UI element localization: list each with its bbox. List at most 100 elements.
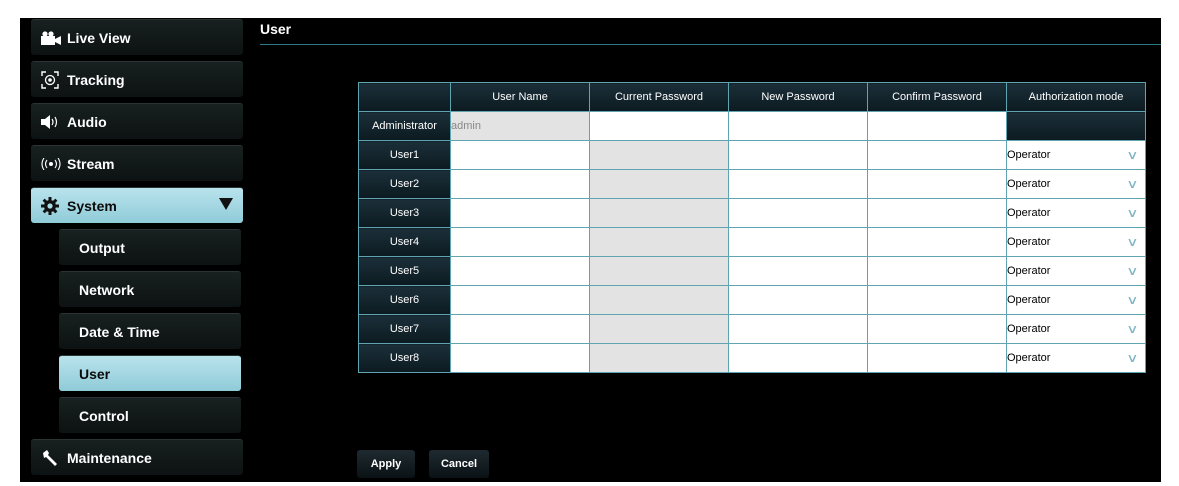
cancel-button[interactable]: Cancel (429, 450, 489, 478)
admin-username-field: admin (450, 111, 590, 141)
sidebar-item-system[interactable]: System (31, 187, 243, 223)
row-label: User3 (358, 198, 451, 228)
user-name-input[interactable] (450, 256, 590, 286)
user-name-input[interactable] (450, 314, 590, 344)
user-name-input[interactable] (450, 227, 590, 257)
user-name-input[interactable] (450, 140, 590, 170)
confirm-password-input[interactable] (867, 198, 1007, 228)
new-password-input[interactable] (728, 198, 868, 228)
user-name-input[interactable] (450, 343, 590, 373)
authorization-mode-cell (1006, 111, 1146, 141)
sidebar-item-label: Network (79, 281, 135, 298)
selected-value: Operator (1007, 294, 1051, 306)
user-rows: User1 Operator ∨ User2 Operator ∨ User3 Operato… (358, 140, 1146, 373)
selected-value: Operator (1007, 265, 1051, 277)
sidebar-item-label: Control (79, 407, 129, 424)
authorization-mode-select[interactable]: Operator ∨ (1006, 169, 1146, 199)
confirm-password-input[interactable] (867, 140, 1007, 170)
new-password-input[interactable] (728, 343, 868, 373)
table-row: User6 Operator ∨ (358, 285, 1146, 315)
confirm-password-input[interactable] (867, 111, 1007, 141)
chevron-down-icon: ∨ (1126, 351, 1139, 365)
new-password-input[interactable] (728, 285, 868, 315)
row-label: User6 (358, 285, 451, 315)
confirm-password-input[interactable] (867, 227, 1007, 257)
chevron-down-icon: ∨ (1126, 206, 1139, 220)
speaker-icon (41, 113, 63, 131)
sidebar-item-label: Live View (67, 29, 131, 46)
current-password-input (589, 198, 729, 228)
current-password-input[interactable] (589, 111, 729, 141)
column-header-current-password: Current Password (589, 82, 729, 112)
column-header-new-password: New Password (728, 82, 868, 112)
sidebar-item-audio[interactable]: Audio (31, 103, 243, 139)
sidebar-item-label: User (79, 365, 111, 382)
sidebar-item-stream[interactable]: Stream (31, 145, 243, 181)
row-label: User8 (358, 343, 451, 373)
user-name-input[interactable] (450, 169, 590, 199)
current-password-input (589, 256, 729, 286)
sidebar-item-user[interactable]: User (59, 355, 241, 391)
sidebar-item-network[interactable]: Network (59, 271, 241, 307)
chevron-down-icon: ∨ (1126, 177, 1139, 191)
sidebar-item-control[interactable]: Control (59, 397, 241, 433)
row-label: User2 (358, 169, 451, 199)
broadcast-icon (41, 155, 63, 173)
new-password-input[interactable] (728, 314, 868, 344)
authorization-mode-select[interactable]: Operator ∨ (1006, 198, 1146, 228)
chevron-down-icon: ∨ (1126, 148, 1139, 162)
authorization-mode-select[interactable]: Operator ∨ (1006, 314, 1146, 344)
new-password-input[interactable] (728, 169, 868, 199)
confirm-password-input[interactable] (867, 285, 1007, 315)
apply-button[interactable]: Apply (357, 450, 415, 478)
user-name-input[interactable] (450, 285, 590, 315)
sidebar-item-label: Audio (67, 113, 107, 130)
chevron-down-icon: ∨ (1126, 235, 1139, 249)
table-row: User1 Operator ∨ (358, 140, 1146, 170)
confirm-password-input[interactable] (867, 256, 1007, 286)
new-password-input[interactable] (728, 111, 868, 141)
new-password-input[interactable] (728, 227, 868, 257)
chevron-down-icon: ∨ (1126, 264, 1139, 278)
table-header-row: User Name Current Password New Password … (358, 82, 1146, 112)
authorization-mode-select[interactable]: Operator ∨ (1006, 256, 1146, 286)
authorization-mode-select[interactable]: Operator ∨ (1006, 285, 1146, 315)
column-header (358, 82, 451, 112)
sidebar-item-label: System (67, 197, 117, 214)
user-name-input[interactable] (450, 198, 590, 228)
page-title: User (260, 21, 292, 37)
new-password-input[interactable] (728, 140, 868, 170)
sidebar-item-live-view[interactable]: Live View (31, 19, 243, 55)
sidebar-item-maintenance[interactable]: Maintenance (31, 439, 243, 475)
camera-web-ui: Live View Tracking Audio Stream System O… (20, 18, 1161, 482)
authorization-mode-select[interactable]: Operator ∨ (1006, 140, 1146, 170)
confirm-password-input[interactable] (867, 343, 1007, 373)
selected-value: Operator (1007, 149, 1051, 161)
sidebar-item-date-time[interactable]: Date & Time (59, 313, 241, 349)
table-row: User8 Operator ∨ (358, 343, 1146, 373)
sidebar-item-label: Stream (67, 155, 115, 172)
row-label: User4 (358, 227, 451, 257)
new-password-input[interactable] (728, 256, 868, 286)
selected-value: Operator (1007, 352, 1051, 364)
column-header-user-name: User Name (450, 82, 590, 112)
row-label: User1 (358, 140, 451, 170)
authorization-mode-select[interactable]: Operator ∨ (1006, 227, 1146, 257)
current-password-input (589, 285, 729, 315)
user-table: User Name Current Password New Password … (358, 82, 1146, 373)
table-row: User2 Operator ∨ (358, 169, 1146, 199)
sidebar-item-output[interactable]: Output (59, 229, 241, 265)
current-password-input (589, 227, 729, 257)
confirm-password-input[interactable] (867, 169, 1007, 199)
tracking-icon (41, 70, 63, 89)
column-header-authorization-mode: Authorization mode (1006, 82, 1146, 112)
table-row: User7 Operator ∨ (358, 314, 1146, 344)
authorization-mode-select[interactable]: Operator ∨ (1006, 343, 1146, 373)
current-password-input (589, 314, 729, 344)
current-password-input (589, 343, 729, 373)
sidebar-item-tracking[interactable]: Tracking (31, 61, 243, 97)
current-password-input (589, 140, 729, 170)
selected-value: Operator (1007, 207, 1051, 219)
column-header-confirm-password: Confirm Password (867, 82, 1007, 112)
confirm-password-input[interactable] (867, 314, 1007, 344)
